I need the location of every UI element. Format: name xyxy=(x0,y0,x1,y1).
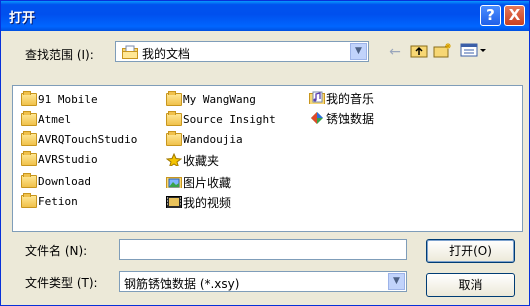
chevron-down-icon[interactable]: ▼ xyxy=(350,43,367,60)
view-menu-icon xyxy=(460,43,486,57)
back-arrow-icon: ← xyxy=(389,44,401,60)
folder-icon xyxy=(21,151,37,166)
up-one-level-button[interactable] xyxy=(409,42,429,62)
cancel-button[interactable]: 取消 xyxy=(426,273,515,297)
help-button[interactable]: ? xyxy=(480,5,501,26)
up-folder-icon xyxy=(410,45,428,58)
help-icon: ? xyxy=(486,6,495,24)
look-in-label: 查找范围 (I): xyxy=(25,48,94,62)
data-file-icon xyxy=(311,112,323,124)
file-name-label: 文件名 (N): xyxy=(25,244,88,258)
star-folder-icon xyxy=(166,153,182,166)
file-type-value: 钢筋锈蚀数据 (*.xsy) xyxy=(124,277,240,291)
file-name-input[interactable] xyxy=(119,239,407,260)
view-menu-button[interactable] xyxy=(459,42,489,62)
music-folder-icon xyxy=(309,91,325,104)
pictures-folder-icon xyxy=(166,177,182,188)
open-file-dialog: 打开 ? X 查找范围 (I): 我的文档 ▼ ← 91 Mobile Atme… xyxy=(0,0,530,306)
file-type-label: 文件类型 (T): xyxy=(25,276,98,290)
open-button[interactable]: 打开(O) xyxy=(426,239,515,263)
folder-icon xyxy=(21,193,37,208)
folder-icon xyxy=(21,131,37,146)
chevron-down-icon[interactable]: ▼ xyxy=(388,273,405,290)
title-bar[interactable]: 打开 ? X xyxy=(1,1,529,31)
close-icon: X xyxy=(508,6,521,24)
new-folder-button[interactable] xyxy=(433,42,453,62)
videos-folder-icon xyxy=(166,196,182,208)
file-list[interactable]: 91 Mobile Atmel AVRQTouchStudio AVRStudi… xyxy=(12,85,523,232)
folder-icon xyxy=(166,111,182,126)
look-in-value: 我的文档 xyxy=(142,47,191,61)
close-button[interactable]: X xyxy=(504,5,525,26)
folder-icon xyxy=(21,173,37,188)
folder-icon xyxy=(166,91,182,106)
folder-icon xyxy=(166,131,182,146)
dialog-title: 打开 xyxy=(9,11,36,26)
folder-icon xyxy=(21,91,37,106)
folder-icon xyxy=(21,111,37,126)
back-button[interactable]: ← xyxy=(385,42,405,62)
file-type-dropdown[interactable]: 钢筋锈蚀数据 (*.xsy) ▼ xyxy=(119,271,407,292)
documents-folder-icon xyxy=(122,45,138,59)
look-in-dropdown[interactable]: 我的文档 ▼ xyxy=(115,41,369,62)
new-folder-icon xyxy=(433,43,451,58)
